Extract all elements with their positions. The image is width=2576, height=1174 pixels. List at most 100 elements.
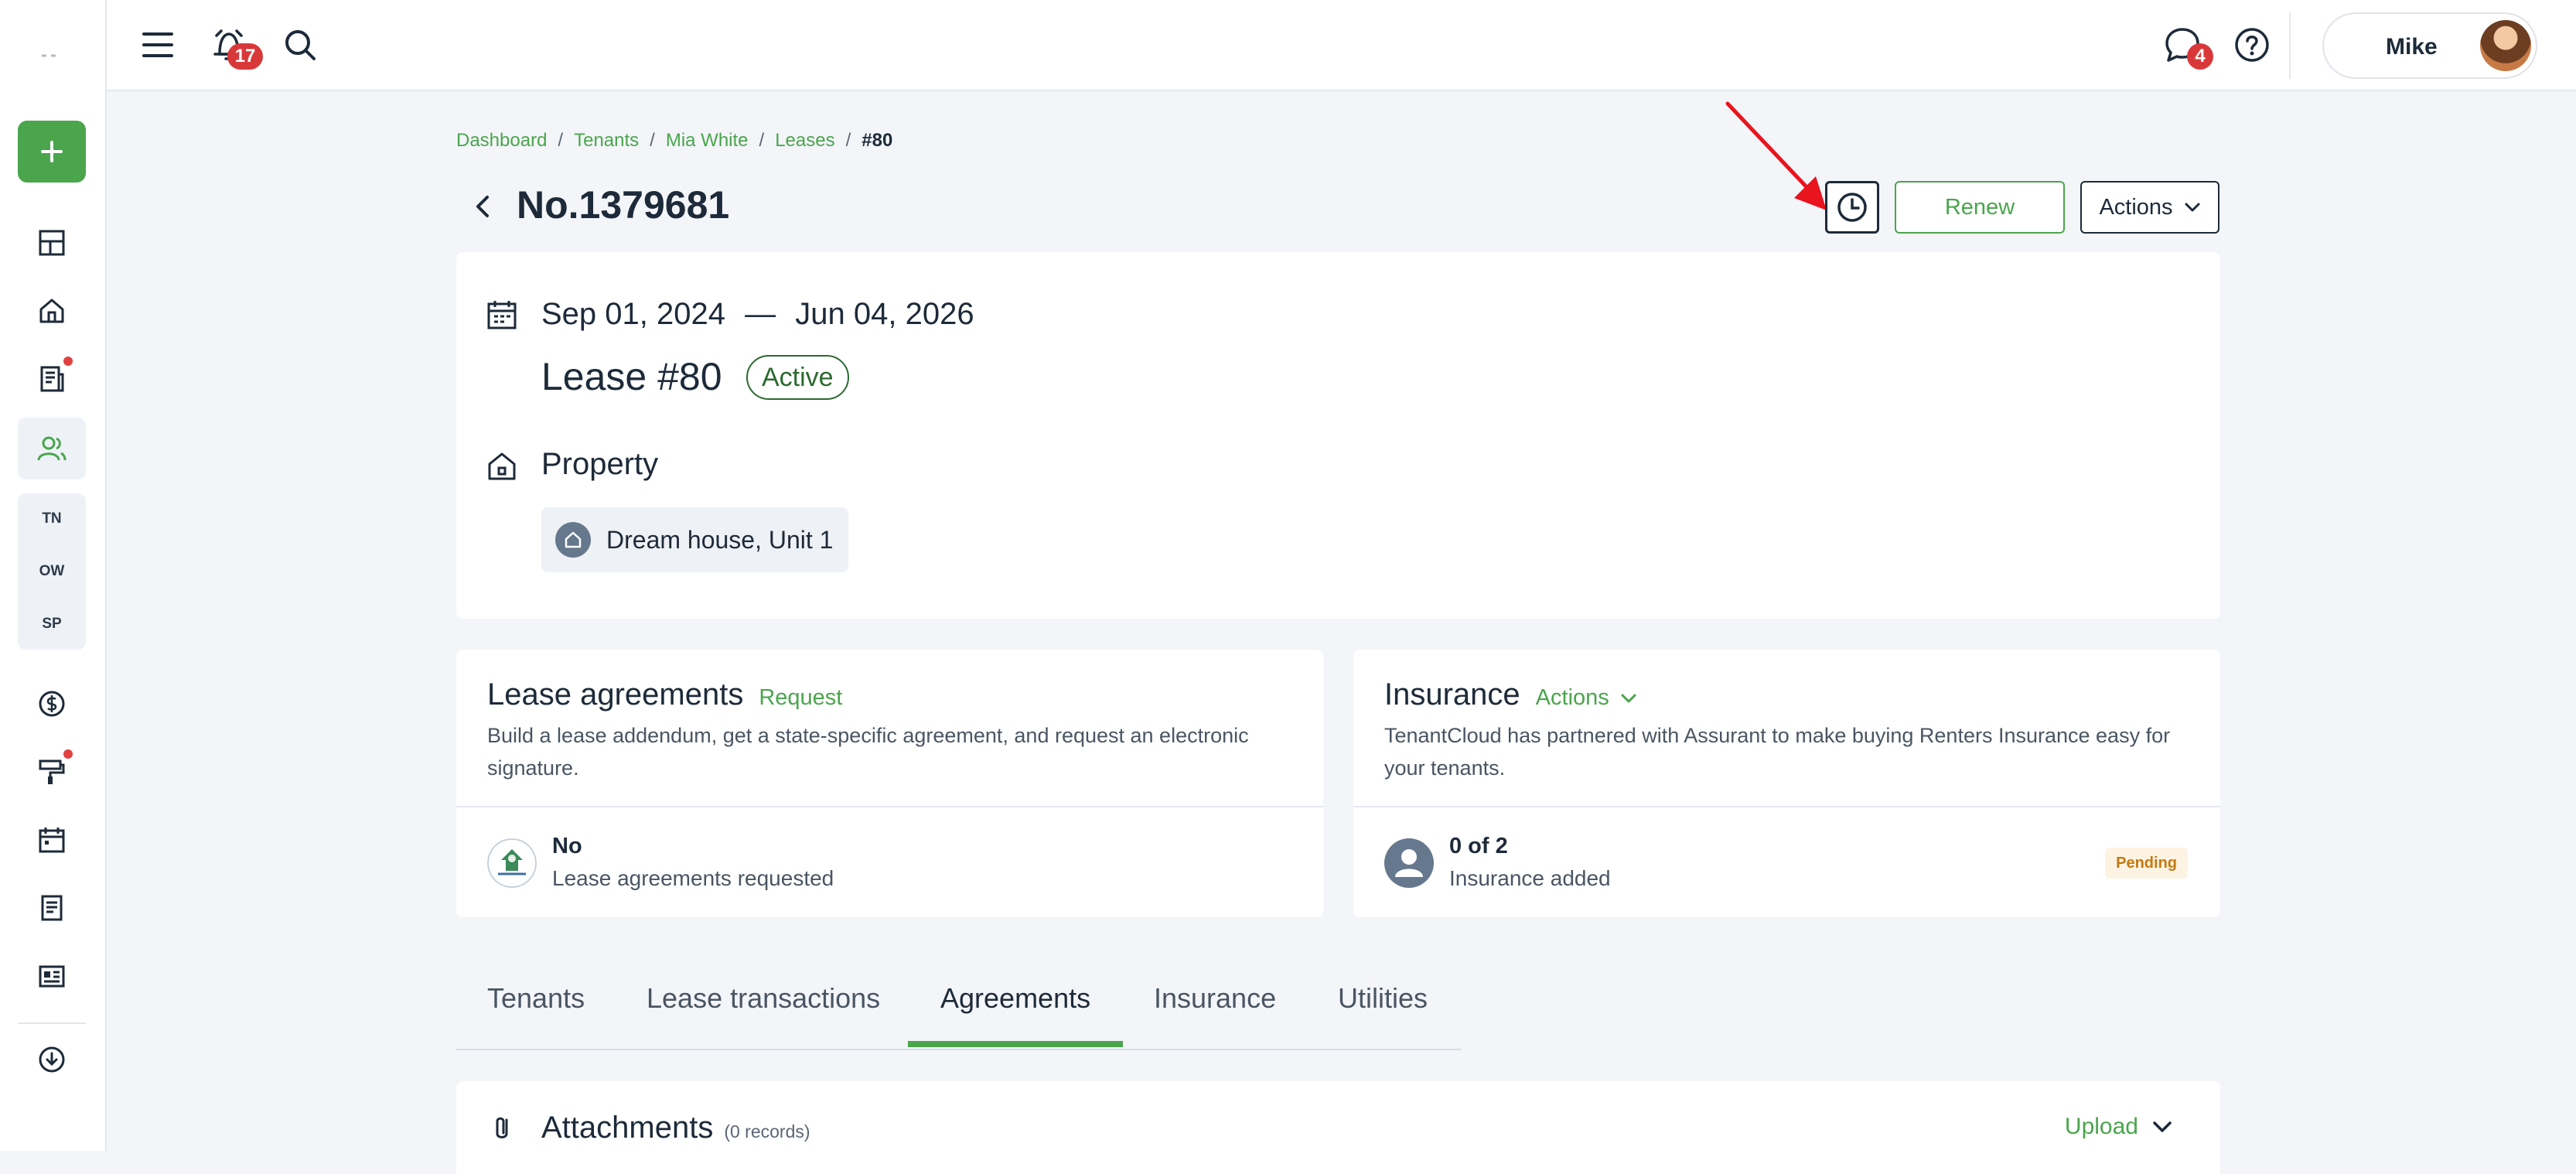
lease-summary-card: Sep 01, 2024 — Jun 04, 2026 Lease #80 Ac… [456, 252, 2220, 619]
users-icon [37, 436, 67, 461]
question-circle-icon [2235, 28, 2269, 62]
user-menu-button[interactable]: Mike [2322, 12, 2537, 79]
sidebar-item-dashboard[interactable] [32, 223, 72, 263]
upload-label: Upload [2064, 1114, 2138, 1139]
sidebar-item-reports[interactable] [32, 888, 72, 928]
quick-add-button[interactable] [18, 121, 86, 183]
chevron-down-icon [1621, 694, 1636, 702]
paint-roller-icon [39, 759, 65, 784]
sidebar-item-accounting[interactable] [32, 684, 72, 724]
alerts-count-badge: 17 [227, 43, 263, 70]
lease-agreements-card: Lease agreements Request Build a lease a… [456, 650, 1323, 917]
breadcrumb-current: #80 [862, 130, 893, 151]
breadcrumb-tenant[interactable]: Mia White [666, 130, 749, 152]
active-tab-indicator [908, 1041, 1123, 1047]
property-house-icon [555, 522, 591, 558]
topbar: 17 4 Mike [107, 0, 2576, 91]
lease-title: Lease #80 [541, 355, 722, 398]
attachments-title: Attachments [541, 1111, 714, 1145]
user-name: Mike [2386, 34, 2438, 60]
card-divider [456, 806, 1323, 807]
chevron-down-icon [2153, 1121, 2172, 1132]
request-agreement-link[interactable]: Request [759, 685, 842, 711]
house-icon [488, 452, 516, 480]
lease-end-date: Jun 04, 2026 [795, 297, 974, 331]
tab-lease-transactions[interactable]: Lease transactions [647, 982, 880, 1049]
search-icon [285, 30, 316, 60]
search-button[interactable] [281, 26, 319, 63]
lease-agreements-title: Lease agreements [487, 677, 744, 712]
menu-toggle-button[interactable] [139, 26, 176, 63]
breadcrumb: Dashboard / Tenants / Mia White / Leases… [456, 130, 892, 152]
id-card-icon [39, 965, 65, 988]
sidebar-item-calendar[interactable] [32, 820, 72, 860]
attachments-card: Attachments (0 records) Upload [456, 1081, 2220, 1174]
avatar [2480, 20, 2531, 71]
app-logo-icon[interactable] [39, 45, 67, 68]
breadcrumb-dashboard[interactable]: Dashboard [456, 130, 547, 152]
insurance-count: 0 of 2 [1449, 834, 1508, 858]
property-name: Dream house, Unit 1 [606, 525, 834, 554]
insurance-card: Insurance Actions TenantCloud has partne… [1353, 650, 2220, 917]
renew-button[interactable]: Renew [1895, 181, 2065, 234]
status-badge: Active [746, 355, 849, 400]
agreements-status: No [552, 834, 582, 858]
clock-icon [1837, 193, 1867, 222]
sidebar-item-download[interactable] [32, 1039, 72, 1080]
lease-tabs: Tenants Lease transactions Agreements In… [456, 967, 1462, 1050]
insurance-description: TenantCloud has partnered with Assurant … [1384, 724, 2171, 780]
property-label: Property [541, 447, 659, 481]
breadcrumb-separator: / [650, 130, 655, 151]
history-button[interactable] [1825, 181, 1879, 234]
back-button[interactable] [469, 189, 496, 224]
sidebar-sub-item-owners[interactable]: OW [18, 563, 86, 580]
breadcrumb-separator: / [845, 130, 851, 151]
upload-dropdown-button[interactable]: Upload [2065, 1114, 2172, 1140]
insurance-title: Insurance [1384, 677, 1520, 712]
user-placeholder-icon [1384, 838, 1434, 888]
actions-label: Actions [2099, 194, 2173, 220]
document-icon [40, 366, 64, 392]
dashboard-icon [39, 230, 65, 256]
report-icon [41, 895, 63, 921]
card-divider [1353, 806, 2220, 807]
lease-start-date: Sep 01, 2024 [541, 297, 725, 331]
actions-dropdown-button[interactable]: Actions [2080, 181, 2219, 234]
sidebar: TN OW SP [0, 0, 107, 1151]
property-chip[interactable]: Dream house, Unit 1 [541, 507, 849, 572]
insurance-header: Insurance Actions [1384, 677, 1637, 712]
sidebar-divider [18, 1022, 86, 1024]
annotation-arrow-icon [1725, 101, 1827, 210]
breadcrumb-tenants[interactable]: Tenants [574, 130, 639, 152]
lease-dates: Sep 01, 2024 — Jun 04, 2026 [541, 297, 974, 332]
lease-agreements-description: Build a lease addendum, get a state-spec… [487, 724, 1249, 780]
insurance-actions-dropdown[interactable]: Actions [1536, 685, 1637, 711]
plus-icon [41, 141, 63, 162]
tab-utilities[interactable]: Utilities [1338, 982, 1428, 1049]
cloud-download-icon [39, 1046, 65, 1073]
tab-agreements[interactable]: Agreements [940, 982, 1090, 1049]
agreement-logo-icon [487, 838, 537, 888]
tab-tenants[interactable]: Tenants [487, 982, 585, 1049]
home-icon [39, 299, 64, 323]
breadcrumb-leases[interactable]: Leases [775, 130, 834, 152]
sidebar-item-properties[interactable] [32, 291, 72, 331]
paperclip-icon [496, 1117, 508, 1138]
sidebar-item-contacts[interactable] [32, 428, 72, 469]
sidebar-item-applications[interactable] [32, 956, 72, 996]
sidebar-sub-item-tenants[interactable]: TN [18, 510, 86, 527]
help-button[interactable] [2232, 25, 2272, 65]
date-separator: — [745, 297, 776, 331]
calendar-icon [39, 828, 65, 853]
tab-insurance[interactable]: Insurance [1154, 982, 1276, 1049]
attachments-count: (0 records) [724, 1121, 810, 1142]
attachments-header: Attachments (0 records) [541, 1111, 810, 1145]
dollar-circle-icon [39, 691, 65, 717]
sidebar-sub-item-service-pros[interactable]: SP [18, 616, 86, 633]
breadcrumb-separator: / [558, 130, 564, 151]
insurance-actions-label: Actions [1535, 685, 1609, 710]
calendar-icon [487, 301, 517, 329]
page-title: No.1379681 [517, 183, 730, 227]
lease-agreements-header: Lease agreements Request [487, 677, 842, 712]
notification-dot [63, 749, 73, 759]
